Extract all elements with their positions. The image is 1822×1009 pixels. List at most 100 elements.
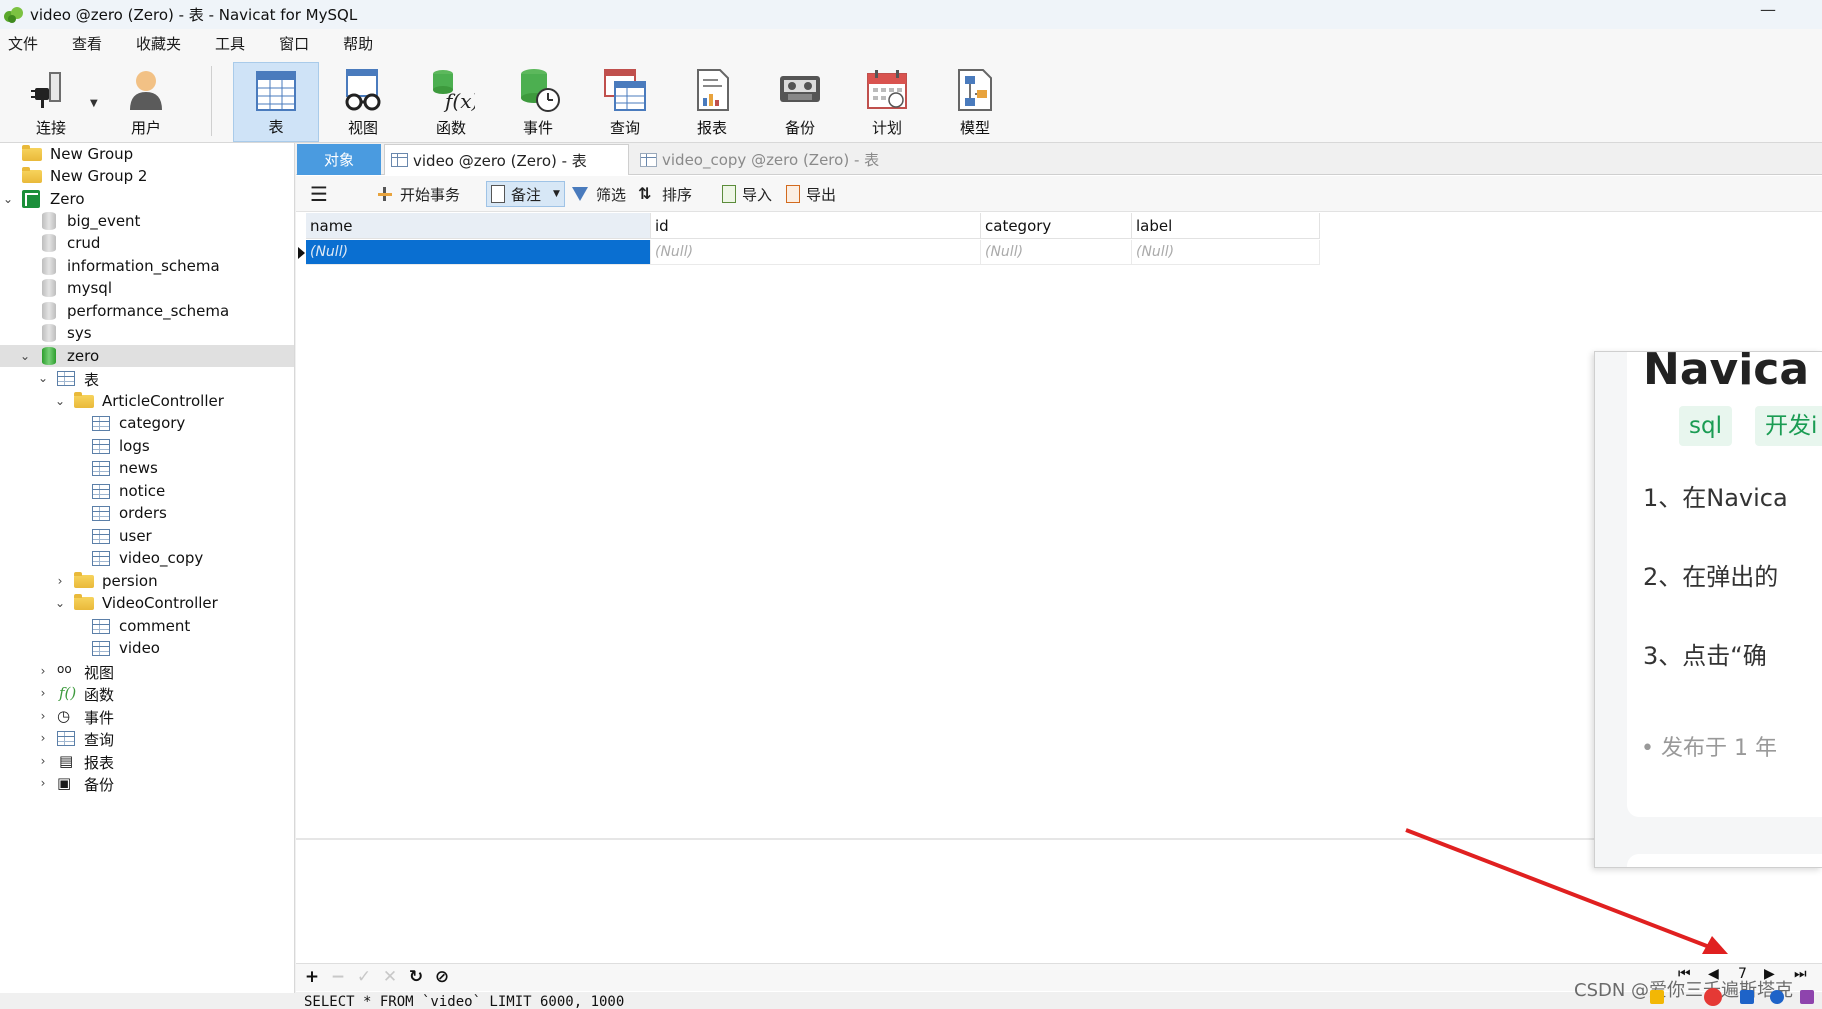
tree-db-big-event[interactable]: big_event [0,210,294,232]
user-button[interactable]: 用户 [103,62,189,142]
tree-views-node[interactable]: › oo 视图 [0,660,294,682]
minimize-button[interactable]: — [1760,2,1776,20]
tree-table-category[interactable]: category [0,412,294,434]
column-header-label[interactable]: label [1132,213,1320,239]
menu-view[interactable]: 查看 [72,33,102,54]
function-button[interactable]: f(x) 函数 [408,62,494,142]
menu-favorites[interactable]: 收藏夹 [136,33,181,54]
database-icon [42,279,56,297]
chevron-right-icon[interactable]: › [36,682,50,704]
chevron-right-icon[interactable]: › [53,570,67,592]
chevron-right-icon[interactable]: › [36,750,50,772]
chevron-right-icon[interactable]: › [36,705,50,727]
tag-sql[interactable]: sql [1679,406,1732,446]
tab-video-copy-table[interactable]: video_copy @zero (Zero) - 表 [634,144,934,175]
menu-help[interactable]: 帮助 [343,33,373,54]
tree-table-user[interactable]: user [0,525,294,547]
tree-table-video-copy[interactable]: video_copy [0,547,294,569]
filter-button[interactable]: 筛选 [572,181,626,207]
chevron-down-icon[interactable]: ⌄ [53,592,67,614]
table-button[interactable]: 表 [233,62,319,142]
column-header-id[interactable]: id [651,213,981,239]
tree-table-comment[interactable]: comment [0,615,294,637]
sort-button[interactable]: ⇅ 排序 [638,181,692,207]
menu-button[interactable]: ☰ [310,181,334,207]
tree-db-performance-schema[interactable]: performance_schema [0,300,294,322]
chevron-down-icon[interactable]: ⌄ [18,345,32,367]
tree-events-node[interactable]: › ◷ 事件 [0,705,294,727]
tree-db-mysql[interactable]: mysql [0,277,294,299]
menu-window[interactable]: 窗口 [279,33,309,54]
tree-db-crud[interactable]: crud [0,232,294,254]
tree-group-articlecontroller[interactable]: ⌄ ArticleController [0,390,294,412]
export-button[interactable]: 导出 [786,181,836,207]
cell-label[interactable]: (Null) [1132,240,1320,265]
chevron-right-icon[interactable]: › [36,727,50,749]
column-header-category[interactable]: category [981,213,1132,239]
event-button[interactable]: 事件 [495,62,581,142]
tree-db-sys[interactable]: sys [0,322,294,344]
tree-label: performance_schema [67,302,230,320]
import-button[interactable]: 导入 [722,181,772,207]
tree-functions-node[interactable]: › f() 函数 [0,682,294,704]
refresh-icon[interactable]: ↻ [407,968,425,986]
model-button[interactable]: 模型 [932,62,1018,142]
tree-group-persion[interactable]: › persion [0,570,294,592]
tray-app-icon[interactable] [1740,990,1754,1004]
tree-group-videocontroller[interactable]: ⌄ VideoController [0,592,294,614]
backup-button[interactable]: 备份 [757,62,843,142]
memo-button[interactable]: 备注 ▼ [486,181,565,207]
tree-tables-node[interactable]: ⌄ 表 [0,367,294,389]
add-record-icon[interactable]: + [303,968,321,986]
tree-table-news[interactable]: news [0,457,294,479]
last-page-icon[interactable]: ⏭ [1794,966,1807,982]
tab-video-table[interactable]: video @zero (Zero) - 表 [384,144,629,175]
schedule-button[interactable]: 计划 [844,62,930,142]
tag-dev[interactable]: 开发i [1755,406,1822,446]
stop-icon[interactable]: ⊘ [433,968,451,986]
tree-label: orders [119,504,167,522]
tree-connection-zero[interactable]: ⌄ Zero [0,188,294,210]
ime-logo-icon[interactable] [1704,988,1722,1006]
microphone-icon[interactable] [1770,990,1784,1004]
apply-changes-icon[interactable]: ✓ [355,968,373,986]
chevron-right-icon[interactable]: › [36,772,50,794]
tree-label: Zero [50,190,85,208]
discard-changes-icon[interactable]: ✕ [381,968,399,986]
tree-label: persion [102,572,158,590]
tree-db-zero[interactable]: ⌄ zero [0,345,294,367]
view-button[interactable]: 视图 [320,62,406,142]
chevron-down-icon[interactable]: ⌄ [53,390,67,412]
column-header-name[interactable]: name [306,213,651,239]
tree-db-information-schema[interactable]: information_schema [0,255,294,277]
tree-group-new-group[interactable]: New Group [0,143,294,165]
tree-group-new-group-2[interactable]: New Group 2 [0,165,294,187]
tree-reports-node[interactable]: › ▤ 报表 [0,750,294,772]
cell-name[interactable]: (Null) [306,240,651,265]
tab-objects[interactable]: 对象 [297,144,381,175]
chevron-right-icon[interactable]: › [36,660,50,682]
tree-queries-node[interactable]: › 查询 [0,727,294,749]
tree-table-notice[interactable]: notice [0,480,294,502]
chevron-down-icon[interactable]: ⌄ [36,367,50,389]
tree-backups-node[interactable]: › ▣ 备份 [0,772,294,794]
cell-id[interactable]: (Null) [651,240,981,265]
chevron-down-icon[interactable]: ⌄ [1,188,15,210]
menu-file[interactable]: 文件 [8,33,38,54]
warning-icon[interactable] [1650,990,1664,1004]
cell-category[interactable]: (Null) [981,240,1132,265]
query-button[interactable]: 查询 [582,62,668,142]
keyboard-icon[interactable] [1800,990,1814,1004]
tree-table-logs[interactable]: logs [0,435,294,457]
delete-record-icon[interactable]: − [329,968,347,986]
tree-label: user [119,527,152,545]
connect-button[interactable]: 连接 [8,62,94,142]
memo-dropdown-icon[interactable]: ▼ [553,189,560,199]
tree-table-orders[interactable]: orders [0,502,294,524]
menu-tools[interactable]: 工具 [215,33,245,54]
connect-dropdown-icon[interactable]: ▼ [90,98,98,109]
system-tray [1640,988,1822,1009]
begin-transaction-button[interactable]: 开始事务 [376,181,460,207]
report-button[interactable]: 报表 [669,62,755,142]
tree-table-video[interactable]: video [0,637,294,659]
